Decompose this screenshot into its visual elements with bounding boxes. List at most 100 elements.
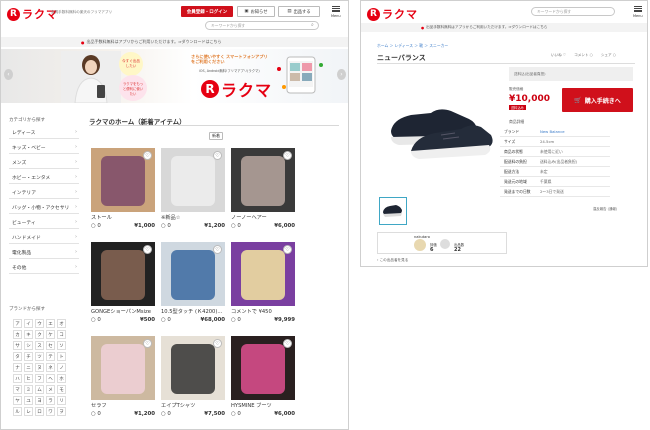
- brand-letter-button[interactable]: ス: [35, 341, 44, 350]
- brand-letter-button[interactable]: ヒ: [24, 374, 33, 383]
- sidebar-category-item[interactable]: ハンドメイド ›: [9, 231, 79, 244]
- brand-letter-button[interactable]: レ: [24, 407, 33, 416]
- brand-letter-button[interactable]: モ: [57, 385, 66, 394]
- brand-letter-button[interactable]: ル: [13, 407, 22, 416]
- report-link[interactable]: 違反報告 (通報): [593, 206, 617, 211]
- brand-letter-button[interactable]: ア: [13, 319, 22, 328]
- product-image[interactable]: ♡: [91, 336, 155, 400]
- brand-letter-button[interactable]: ニ: [24, 363, 33, 372]
- spec-value[interactable]: New Balance: [540, 129, 565, 134]
- brand-letter-button[interactable]: ノ: [57, 363, 66, 372]
- product-image[interactable]: ♡: [231, 242, 295, 306]
- brand-letter-button[interactable]: ヤ: [13, 396, 22, 405]
- product-image[interactable]: ♡: [231, 148, 295, 212]
- brand-letter-button[interactable]: ホ: [57, 374, 66, 383]
- sidebar-category-item[interactable]: 電化製品 ›: [9, 246, 79, 259]
- brand-letter-button[interactable]: テ: [46, 352, 55, 361]
- sidebar-category-item[interactable]: その他 ›: [9, 261, 79, 274]
- like-badge-icon[interactable]: ♡: [143, 245, 152, 254]
- like-action[interactable]: いいね ♡: [551, 53, 566, 58]
- share-action[interactable]: シェア ○: [601, 53, 616, 58]
- comment-action[interactable]: コメント ○: [574, 53, 593, 58]
- product-meta: ○ 0 ¥7,500: [161, 411, 225, 417]
- brand-letter-button[interactable]: チ: [24, 352, 33, 361]
- brand-letter-button[interactable]: ム: [35, 385, 44, 394]
- brand-letter-button[interactable]: ラ: [46, 396, 55, 405]
- brand-letter-button[interactable]: ワ: [46, 407, 55, 416]
- app-notice-bar[interactable]: ● 出品手数料無料はアプリからご利用いただけます。⇒ダウンロードはこちら: [361, 23, 647, 32]
- brand-letter-button[interactable]: サ: [13, 341, 22, 350]
- brand-letter-button[interactable]: カ: [13, 330, 22, 339]
- like-badge-icon[interactable]: ♡: [283, 245, 292, 254]
- app-notice-bar[interactable]: ● 出品手数料無料はアプリからご利用いただけます。⇒ダウンロードはこちら: [1, 37, 348, 47]
- product-image[interactable]: ♡: [161, 336, 225, 400]
- purchase-button[interactable]: 🛒 購入手続きへ: [562, 88, 633, 112]
- like-badge-icon[interactable]: ♡: [213, 245, 222, 254]
- like-badge-icon[interactable]: ♡: [213, 339, 222, 348]
- sidebar-category-item[interactable]: バッグ・小物・アクセサリ ›: [9, 201, 79, 214]
- product-main-image[interactable]: [381, 93, 499, 163]
- rakuma-logo[interactable]: R ラクマ: [367, 6, 418, 22]
- search-icon[interactable]: ⌕: [311, 22, 314, 28]
- brand-letter-button[interactable]: キ: [24, 330, 33, 339]
- signup-login-button[interactable]: 会員登録・ログイン: [181, 6, 233, 17]
- banner-prev-arrow[interactable]: ‹: [4, 69, 13, 80]
- product-image[interactable]: ♡: [91, 242, 155, 306]
- sidebar-category-item[interactable]: インテリア ›: [9, 186, 79, 199]
- brand-letter-button[interactable]: ウ: [35, 319, 44, 328]
- brand-letter-button[interactable]: リ: [57, 396, 66, 405]
- brand-letter-button[interactable]: ヌ: [35, 363, 44, 372]
- brand-letter-button[interactable]: フ: [35, 374, 44, 383]
- menu-button[interactable]: Menu: [331, 6, 341, 18]
- brand-letter-button[interactable]: ケ: [46, 330, 55, 339]
- sell-button[interactable]: ▤ 出品する: [278, 6, 320, 17]
- product-image[interactable]: ♡: [161, 148, 225, 212]
- sort-button[interactable]: 新着: [209, 132, 223, 140]
- brand-letter-button[interactable]: ハ: [13, 374, 22, 383]
- search-input[interactable]: キーワードから探す: [531, 7, 615, 16]
- sidebar-category-item[interactable]: レディース ›: [9, 126, 79, 139]
- product-image[interactable]: ♡: [91, 148, 155, 212]
- brand-letter-button[interactable]: ミ: [24, 385, 33, 394]
- brand-letter-button[interactable]: ネ: [46, 363, 55, 372]
- sidebar-category-item[interactable]: ホビー・エンタメ ›: [9, 171, 79, 184]
- brand-letter-button[interactable]: シ: [24, 341, 33, 350]
- sidebar-category-item[interactable]: メンズ ›: [9, 156, 79, 169]
- brand-letter-button[interactable]: ヲ: [57, 407, 66, 416]
- product-thumbnail[interactable]: [379, 197, 407, 225]
- banner-next-arrow[interactable]: ›: [337, 69, 346, 80]
- breadcrumb[interactable]: ホーム ＞ レディース ＞ 靴 ＞ スニーカー: [377, 43, 448, 49]
- brand-letter-button[interactable]: ヘ: [46, 374, 55, 383]
- product-image[interactable]: ♡: [161, 242, 225, 306]
- brand-letter-button[interactable]: ヨ: [35, 396, 44, 405]
- seller-items-link[interactable]: › この出品者を見る: [377, 258, 408, 263]
- like-badge-icon[interactable]: ♡: [283, 339, 292, 348]
- search-input[interactable]: キーワードから探す: [205, 21, 319, 30]
- like-badge-icon[interactable]: ♡: [143, 339, 152, 348]
- product-image[interactable]: ♡: [231, 336, 295, 400]
- sidebar-category-item[interactable]: ビューティ ›: [9, 216, 79, 229]
- sidebar-category-item[interactable]: キッズ・ベビー ›: [9, 141, 79, 154]
- promo-banner[interactable]: ‹ › 今すぐ出品したい ラクマをもっと便利に使いたい さらに使いやすく スマー…: [1, 49, 348, 104]
- brand-letter-button[interactable]: ロ: [35, 407, 44, 416]
- brand-letter-button[interactable]: タ: [13, 352, 22, 361]
- like-badge-icon[interactable]: ♡: [283, 151, 292, 160]
- brand-letter-button[interactable]: メ: [46, 385, 55, 394]
- brand-letter-button[interactable]: エ: [46, 319, 55, 328]
- brand-letter-button[interactable]: イ: [24, 319, 33, 328]
- brand-letter-button[interactable]: セ: [46, 341, 55, 350]
- brand-letter-button[interactable]: ソ: [57, 341, 66, 350]
- brand-letter-button[interactable]: ユ: [24, 396, 33, 405]
- menu-button[interactable]: Menu: [633, 6, 643, 18]
- notification-button[interactable]: ▣ お知らせ: [237, 6, 275, 17]
- brand-letter-button[interactable]: マ: [13, 385, 22, 394]
- seller-box[interactable]: nakutaro 評価 6 出品数 22: [377, 232, 507, 254]
- brand-letter-button[interactable]: ト: [57, 352, 66, 361]
- like-badge-icon[interactable]: ♡: [213, 151, 222, 160]
- brand-letter-button[interactable]: コ: [57, 330, 66, 339]
- brand-letter-button[interactable]: ツ: [35, 352, 44, 361]
- brand-letter-button[interactable]: オ: [57, 319, 66, 328]
- like-badge-icon[interactable]: ♡: [143, 151, 152, 160]
- brand-letter-button[interactable]: ナ: [13, 363, 22, 372]
- brand-letter-button[interactable]: ク: [35, 330, 44, 339]
